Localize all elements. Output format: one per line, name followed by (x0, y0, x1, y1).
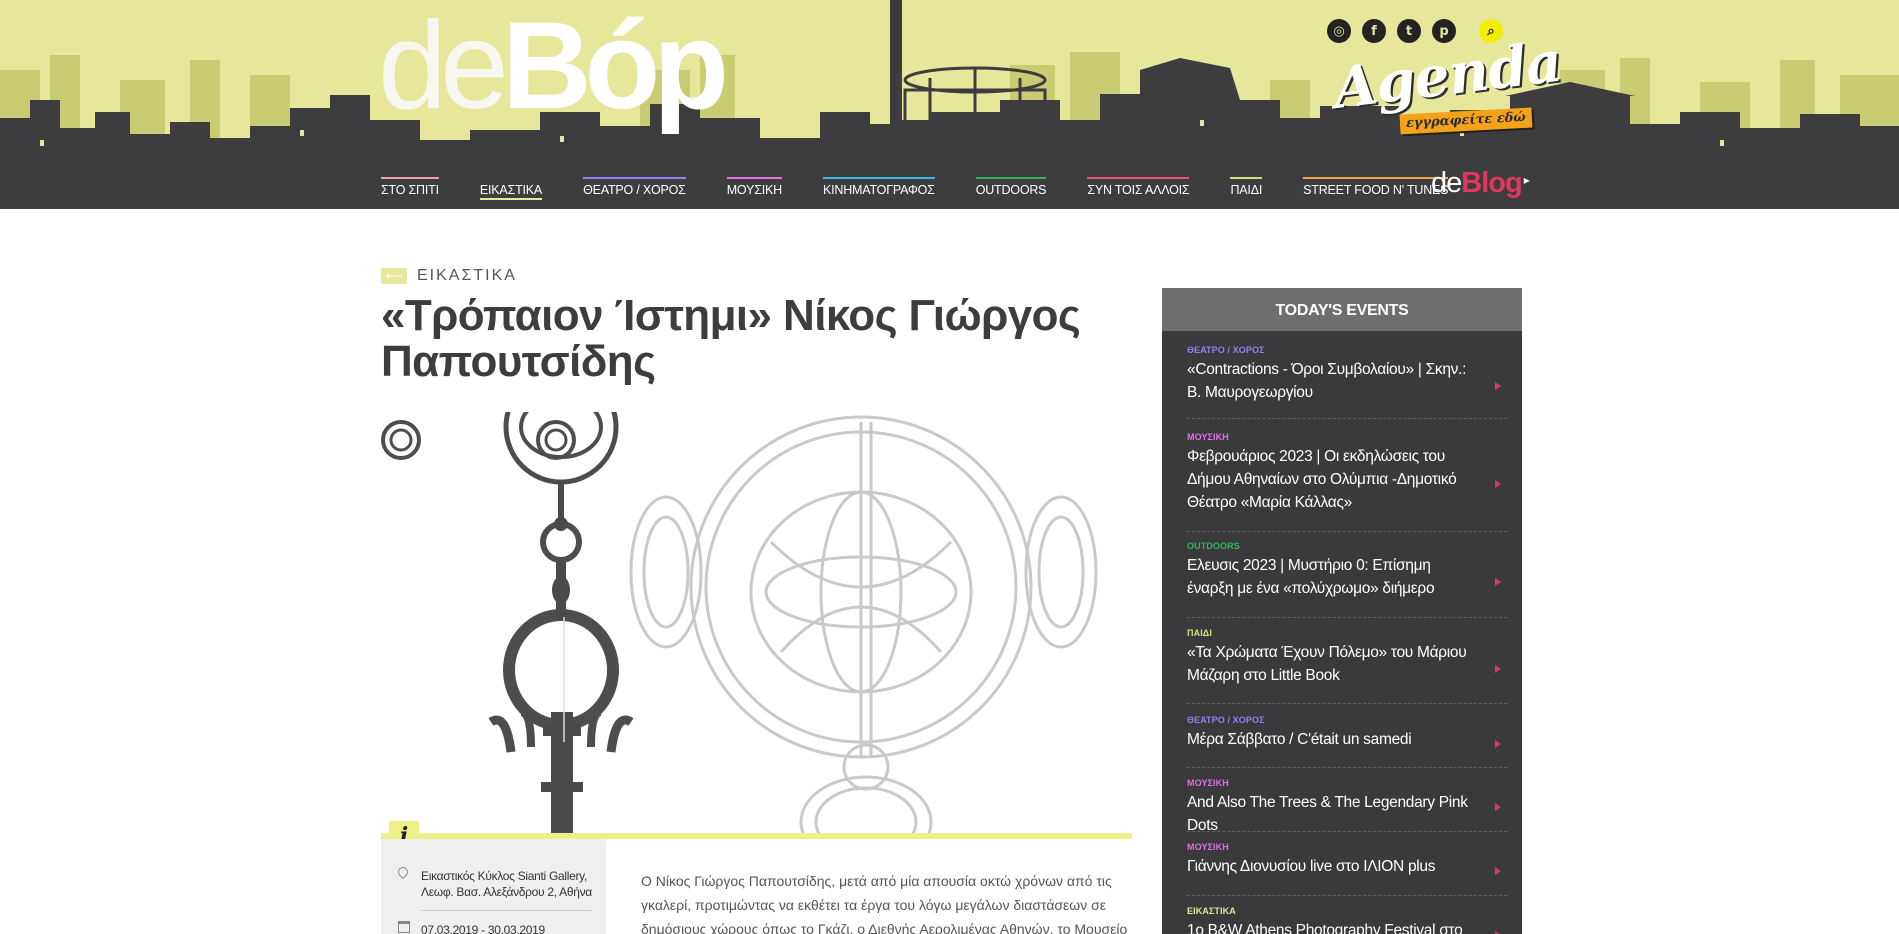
nav-item-home[interactable]: ΣΤΟ ΣΠΙΤΙ (381, 177, 439, 200)
event-item[interactable]: ΜΟΥΣΙΚΗ Φεβρουάριος 2023 | Οι εκδηλώσεις… (1187, 432, 1507, 532)
event-category: ΜΟΥΣΙΚΗ (1187, 842, 1229, 852)
nav-item-theatre[interactable]: ΘΕΑΤΡΟ / ΧΟΡΟΣ (583, 177, 686, 200)
arrow-right-icon (1495, 867, 1501, 875)
event-title: Γιάννης Διονυσίου live στο ΙΛΙΟΝ plus (1187, 858, 1436, 875)
sculpture-artwork-image (381, 412, 1098, 833)
event-category: ΜΟΥΣΙΚΗ (1187, 432, 1229, 442)
todays-events-panel: TODAY'S EVENTS ΘΕΑΤΡΟ / ΧΟΡΟΣ «Contracti… (1162, 288, 1522, 934)
article-category[interactable]: ⟵ ΕΙΚΑΣΤΙΚΑ (381, 267, 517, 285)
category-arrow-icon: ⟵ (381, 268, 407, 284)
event-category: OUTDOORS (1187, 541, 1240, 551)
agenda-signup-banner[interactable]: Agenda εγγραφείτε εδώ (1330, 29, 1565, 146)
info-divider (421, 910, 591, 911)
arrow-right-icon (1495, 480, 1501, 488)
nav-item-visual-arts[interactable]: ΕΙΚΑΣΤΙΚΑ (479, 177, 542, 200)
article-body: Ο Νίκος Γιώργος Παπουτσίδης, μετά από μί… (641, 869, 1131, 934)
event-title: Ελευσις 2023 | Μυστήριο 0: Επίσημη έναρξ… (1187, 557, 1435, 597)
event-item[interactable]: OUTDOORS Ελευσις 2023 | Μυστήριο 0: Επίσ… (1187, 541, 1507, 618)
pinterest-icon[interactable]: p (1432, 19, 1456, 43)
nav-item-outdoors[interactable]: OUTDOORS (975, 177, 1047, 200)
chevron-right-icon: ▸ (1523, 173, 1530, 187)
nav-item-music[interactable]: ΜΟΥΣΙΚΗ (726, 177, 782, 200)
body-line-3: δημόσιους χώρους όπως το Γκάζι, ο Διεθνή… (641, 921, 1128, 934)
event-title: Φεβρουάριος 2023 | Οι εκδηλώσεις του Δήμ… (1187, 448, 1457, 511)
twitter-icon[interactable]: t (1397, 19, 1421, 43)
arrow-right-icon (1495, 382, 1501, 390)
body-line-1: Ο Νίκος Γιώργος Παπουτσίδης, μετά από μί… (641, 873, 1112, 889)
logo-vor: Bóp (501, 0, 729, 135)
event-item[interactable]: ΘΕΑΤΡΟ / ΧΟΡΟΣ Μέρα Σάββατο / C'était un… (1187, 715, 1507, 768)
deblog-blog: Blog (1461, 167, 1522, 199)
venue-line-1: Εικαστικός Κύκλος Sianti Gallery, (421, 869, 587, 883)
todays-events-heading: TODAY'S EVENTS (1162, 288, 1522, 331)
event-dates: 07.03.2019 - 30.03.2019 (421, 923, 545, 934)
event-category: ΘΕΑΤΡΟ / ΧΟΡΟΣ (1187, 715, 1265, 725)
site-header: deBóp ◎ f t p ⌕ Agenda εγγραφείτε εδώ ΣΤ… (0, 0, 1899, 209)
event-info-box: Εικαστικός Κύκλος Sianti Gallery, Λεωφ. … (381, 839, 606, 934)
event-title: And Also The Trees & The Legendary Pink … (1187, 794, 1468, 834)
event-title: «Contractions - Όροι Συμβολαίου» | Σκην.… (1187, 361, 1467, 401)
nav-item-cinema[interactable]: ΚΙΝΗΜΑΤΟΓΡΑΦΟΣ (822, 177, 935, 200)
calendar-icon (398, 921, 410, 933)
main-nav: ΣΤΟ ΣΠΙΤΙ ΕΙΚΑΣΤΙΚΑ ΘΕΑΤΡΟ / ΧΟΡΟΣ ΜΟΥΣΙ… (381, 177, 1489, 200)
body-line-2: γκαλερί, προτιμώντας να εκθέτει τα έργα … (641, 897, 1107, 913)
category-label: ΕΙΚΑΣΤΙΚΑ (417, 267, 517, 284)
nav-item-street-food[interactable]: STREET FOOD N' TUNES (1303, 177, 1449, 200)
event-item[interactable]: ΜΟΥΣΙΚΗ Γιάννης Διονυσίου live στο ΙΛΙΟΝ… (1187, 842, 1507, 896)
city-skyline-illustration (0, 0, 1899, 165)
event-category: ΘΕΑΤΡΟ / ΧΟΡΟΣ (1187, 345, 1265, 355)
logo-de: de (378, 0, 509, 135)
location-pin-icon (395, 864, 411, 880)
event-item[interactable]: ΕΙΚΑΣΤΙΚΑ 1ο B&W Athens Photography Fest… (1187, 906, 1507, 934)
nav-item-kids[interactable]: ΠΑΙΔΙ (1230, 177, 1262, 200)
arrow-right-icon (1495, 803, 1501, 811)
instagram-icon[interactable]: ◎ (1327, 19, 1351, 43)
facebook-icon[interactable]: f (1362, 19, 1386, 43)
article-hero-image (381, 412, 1132, 833)
event-item[interactable]: ΘΕΑΤΡΟ / ΧΟΡΟΣ «Contractions - Όροι Συμβ… (1187, 345, 1507, 419)
arrow-right-icon (1495, 578, 1501, 586)
arrow-right-icon (1495, 665, 1501, 673)
event-item[interactable]: ΠΑΙΔΙ «Τα Χρώματα Έχουν Πόλεμο» του Μάρι… (1187, 628, 1507, 704)
venue-line-2: Λεωφ. Βασ. Αλεξάνδρου 2, Αθήνα (421, 885, 592, 899)
deblog-link[interactable]: deBlog ▸ (1431, 167, 1530, 200)
event-title: 1ο B&W Athens Photography Festival στο (1187, 922, 1463, 934)
event-title: «Τα Χρώματα Έχουν Πόλεμο» του Μάριου Μάζ… (1187, 644, 1467, 684)
arrow-right-icon (1495, 740, 1501, 748)
event-category: ΠΑΙΔΙ (1187, 628, 1212, 638)
site-logo[interactable]: deBóp (378, 4, 729, 128)
event-category: ΜΟΥΣΙΚΗ (1187, 778, 1229, 788)
deblog-de: de (1431, 167, 1462, 199)
article-title: «Τρόπαιον Ίστημι» Νίκος Γιώργος Παπουτσί… (381, 291, 1081, 386)
event-item[interactable]: ΜΟΥΣΙΚΗ And Also The Trees & The Legenda… (1187, 778, 1507, 834)
nav-item-misc[interactable]: ΣΥΝ ΤΟΙΣ ΑΛΛΟΙΣ (1087, 177, 1190, 200)
event-title: Μέρα Σάββατο / C'était un samedi (1187, 731, 1412, 748)
event-category: ΕΙΚΑΣΤΙΚΑ (1187, 906, 1236, 916)
